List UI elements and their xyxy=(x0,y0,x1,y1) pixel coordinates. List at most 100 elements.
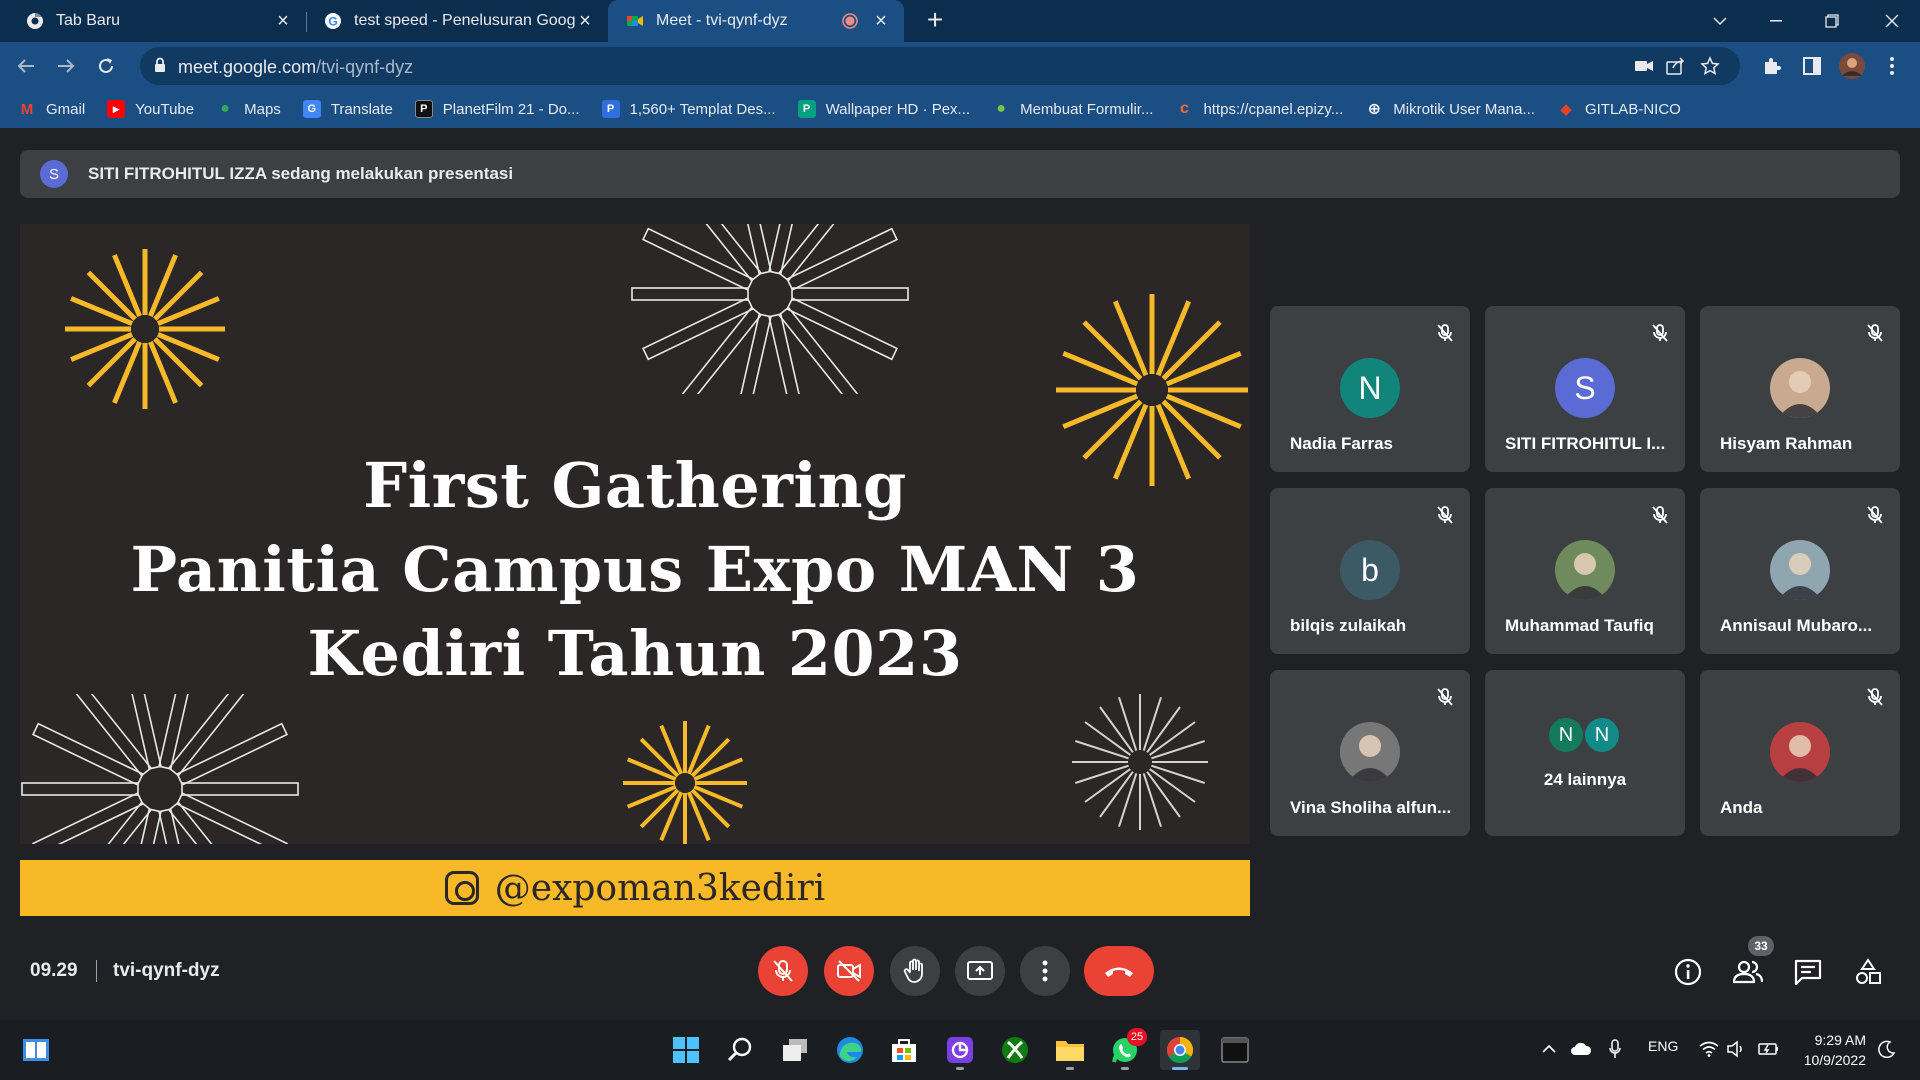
bookmark-mikrotik[interactable]: ⊕ Mikrotik User Mana... xyxy=(1365,100,1535,119)
bookmark-cpanel[interactable]: c https://cpanel.epizy... xyxy=(1175,100,1343,118)
participant-tile[interactable]: Hisyam Rahman xyxy=(1700,306,1900,472)
mic-off-button[interactable] xyxy=(758,946,808,996)
bookmark-gitlab[interactable]: ◆ GITLAB-NICO xyxy=(1557,100,1681,119)
white-burst-decoration xyxy=(631,224,909,394)
bookmark-youtube[interactable]: ▶ YouTube xyxy=(107,100,194,118)
activities-button[interactable] xyxy=(1850,954,1886,990)
microsoft-store-icon[interactable] xyxy=(884,1030,924,1070)
chat-button[interactable] xyxy=(1790,954,1826,990)
participant-tile[interactable]: N Nadia Farras xyxy=(1270,306,1470,472)
shared-slide[interactable]: First Gathering Panitia Campus Expo MAN … xyxy=(20,224,1250,844)
tab-title: test speed - Penelusuran Google xyxy=(354,12,576,29)
whatsapp-icon[interactable]: 25 xyxy=(1105,1028,1147,1070)
tab-new-tab[interactable]: Tab Baru × xyxy=(0,0,306,42)
close-window-icon[interactable] xyxy=(1864,0,1920,42)
burst-ray xyxy=(777,306,862,394)
wifi-icon[interactable] xyxy=(1698,1038,1720,1060)
bookmark-formulir[interactable]: ● Membuat Formulir... xyxy=(992,100,1153,118)
participant-tile[interactable]: b bilqis zulaikah xyxy=(1270,488,1470,654)
raise-hand-button[interactable] xyxy=(890,946,940,996)
burst-ray xyxy=(112,254,142,318)
burst-ray xyxy=(21,782,139,796)
burst-ray xyxy=(86,270,137,321)
do-not-disturb-moon-icon[interactable] xyxy=(1876,1038,1898,1060)
task-view-icon[interactable] xyxy=(16,1030,56,1070)
camera-in-use-icon[interactable] xyxy=(1632,55,1656,77)
tab-meet[interactable]: Meet - tvi-qynf-dyz × xyxy=(608,0,904,42)
bookmark-star-icon[interactable] xyxy=(1698,55,1722,77)
tray-overflow-chevron-icon[interactable] xyxy=(1538,1038,1560,1060)
side-panel-icon[interactable] xyxy=(1798,52,1826,80)
file-explorer-icon[interactable] xyxy=(1050,1030,1090,1070)
participant-tile[interactable]: Anda xyxy=(1700,670,1900,836)
tab-strip: Tab Baru × G test speed - Penelusuran Go… xyxy=(0,0,1920,42)
slide-footer-band: @expoman3kediri xyxy=(20,860,1250,916)
microphone-icon[interactable] xyxy=(1604,1038,1626,1060)
restore-icon[interactable] xyxy=(1804,0,1860,42)
forward-arrow-icon[interactable] xyxy=(50,50,82,82)
bookmark-maps[interactable]: ● Maps xyxy=(216,100,281,118)
leave-call-button[interactable] xyxy=(1084,946,1154,996)
url-text: meet.google.com/tvi-qynf-dyz xyxy=(178,57,413,78)
bookmark-label: Wallpaper HD · Pex... xyxy=(825,100,971,118)
people-button[interactable] xyxy=(1730,954,1766,990)
share-icon[interactable] xyxy=(1664,55,1688,77)
camera-off-button[interactable] xyxy=(824,946,874,996)
bookmark-pexels[interactable]: P Wallpaper HD · Pex... xyxy=(797,100,971,118)
app-purple-icon[interactable] xyxy=(940,1030,980,1070)
xbox-icon[interactable] xyxy=(995,1030,1035,1070)
participant-avatar xyxy=(1770,358,1830,418)
bookmark-translate[interactable]: G Translate xyxy=(302,100,393,118)
search-icon[interactable] xyxy=(720,1030,760,1070)
participant-tile[interactable]: Annisaul Mubaro... xyxy=(1700,488,1900,654)
tab-search-chevron-icon[interactable] xyxy=(1692,0,1748,42)
burst-ray xyxy=(70,332,134,362)
meeting-code[interactable]: tvi-qynf-dyz xyxy=(113,960,220,982)
meeting-details-button[interactable] xyxy=(1670,954,1706,990)
burst-ray xyxy=(732,224,772,275)
participant-tile[interactable]: S SITI FITROHITUL I... xyxy=(1485,306,1685,472)
close-tab-icon[interactable]: × xyxy=(576,10,594,32)
more-participants-tile[interactable]: N N 24 lainnya xyxy=(1485,670,1685,836)
bookmark-planetfilm[interactable]: P PlanetFilm 21 - Do... xyxy=(414,100,580,118)
windows-start-icon[interactable] xyxy=(666,1030,706,1070)
tab-google-search[interactable]: G test speed - Penelusuran Google × xyxy=(306,0,608,42)
bookmark-templat[interactable]: P 1,560+ Templat Des... xyxy=(601,100,776,118)
new-tab-button[interactable]: + xyxy=(920,6,950,36)
participant-tile[interactable]: Vina Sholiha alfun... xyxy=(1270,670,1470,836)
templat-icon: P xyxy=(601,100,620,118)
back-arrow-icon[interactable] xyxy=(10,50,42,82)
participant-tile[interactable]: Muhammad Taufiq xyxy=(1485,488,1685,654)
onedrive-cloud-icon[interactable] xyxy=(1570,1038,1592,1060)
burst-ray xyxy=(1161,320,1222,381)
lock-icon[interactable] xyxy=(154,57,166,78)
burst-ray xyxy=(68,801,153,844)
task-view-windows-icon[interactable] xyxy=(775,1030,815,1070)
more-options-button[interactable] xyxy=(1020,946,1070,996)
burst-ray xyxy=(786,297,899,361)
planetfilm-icon: P xyxy=(414,100,433,118)
edge-icon[interactable] xyxy=(830,1030,870,1070)
input-language[interactable]: ENG xyxy=(1648,1038,1678,1054)
battery-charging-icon[interactable] xyxy=(1758,1038,1780,1060)
profile-avatar[interactable] xyxy=(1838,52,1866,80)
reload-icon[interactable] xyxy=(90,50,122,82)
bookmark-gmail[interactable]: M Gmail xyxy=(18,100,85,118)
burst-ray xyxy=(86,337,137,388)
close-tab-icon[interactable]: × xyxy=(872,10,890,32)
participant-avatar: b xyxy=(1340,540,1400,600)
volume-icon[interactable] xyxy=(1726,1038,1748,1060)
raise-hand-icon xyxy=(903,958,923,983)
terminal-icon[interactable] xyxy=(1215,1030,1255,1070)
address-bar[interactable]: meet.google.com/tvi-qynf-dyz xyxy=(140,47,1740,85)
pexels-icon: P xyxy=(797,100,816,118)
burst-ray xyxy=(631,287,749,301)
muted-mic-icon xyxy=(1649,504,1671,526)
extensions-puzzle-icon[interactable] xyxy=(1758,52,1786,80)
chrome-taskbar-icon[interactable] xyxy=(1160,1030,1200,1070)
minimize-icon[interactable] xyxy=(1748,0,1804,42)
close-tab-icon[interactable]: × xyxy=(274,10,292,32)
more-menu-icon[interactable] xyxy=(1878,52,1906,80)
present-now-button[interactable] xyxy=(955,946,1005,996)
taskbar-clock[interactable]: 9:29 AM 10/9/2022 xyxy=(1804,1030,1866,1070)
